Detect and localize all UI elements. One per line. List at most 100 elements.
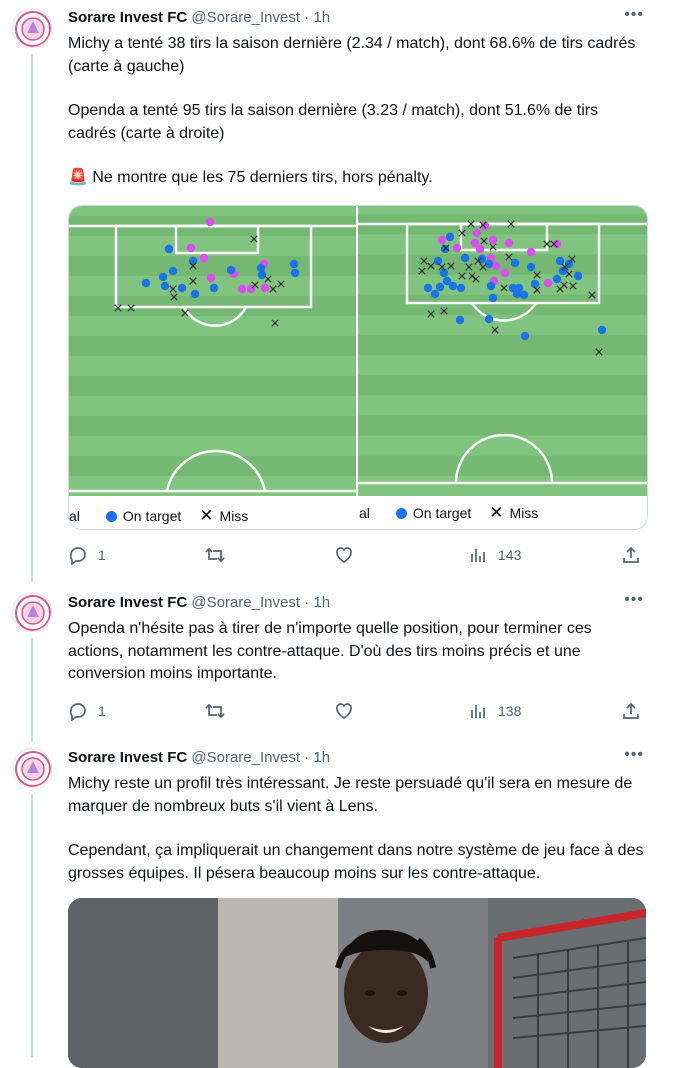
goal-dot bbox=[472, 228, 482, 238]
goal-dot bbox=[237, 284, 247, 294]
tweet-text: Michy reste un profil très intéressant. … bbox=[68, 773, 648, 885]
on-target-dot bbox=[423, 283, 433, 293]
tweet-text: Openda n'hésite pas à tirer de n'importe… bbox=[68, 618, 648, 686]
club-logo-icon bbox=[15, 11, 51, 47]
on-target-dot bbox=[141, 278, 151, 288]
tweet-2[interactable]: Sorare Invest FC @Sorare_Invest · 1h •••… bbox=[0, 584, 674, 744]
on-target-dot bbox=[597, 325, 607, 335]
more-options-icon[interactable]: ••• bbox=[624, 591, 644, 609]
timestamp[interactable]: 1h bbox=[313, 749, 330, 766]
on-target-dot bbox=[460, 253, 470, 263]
reply-count: 1 bbox=[98, 547, 106, 563]
on-target-dot bbox=[486, 281, 496, 291]
on-target-dot bbox=[168, 266, 178, 276]
on-target-dot bbox=[177, 283, 187, 293]
like-button[interactable] bbox=[334, 700, 364, 722]
share-button[interactable] bbox=[621, 544, 641, 566]
timestamp[interactable]: 1h bbox=[313, 594, 330, 611]
on-target-dot bbox=[257, 270, 267, 280]
paragraph: 🚨 Ne montre que les 75 derniers tirs, ho… bbox=[68, 169, 433, 186]
goal-dot bbox=[504, 238, 514, 248]
share-icon bbox=[623, 546, 639, 563]
on-target-dot bbox=[552, 274, 562, 284]
share-icon bbox=[623, 702, 639, 719]
views-chart-icon bbox=[471, 549, 485, 562]
timestamp[interactable]: 1h bbox=[313, 9, 330, 26]
legend-on-target: On target bbox=[122, 508, 182, 524]
goal-dot bbox=[206, 273, 216, 283]
paragraph: Michy reste un profil très intéressant. … bbox=[68, 775, 633, 815]
left-pitch bbox=[69, 206, 356, 496]
legend-miss: Miss bbox=[219, 508, 249, 524]
on-target-dot bbox=[488, 293, 498, 303]
avatar[interactable] bbox=[12, 592, 52, 632]
goal-dot bbox=[452, 243, 462, 253]
on-target-dot bbox=[290, 268, 300, 278]
club-logo-icon bbox=[15, 595, 51, 631]
author-name[interactable]: Sorare Invest FC bbox=[68, 749, 187, 766]
retweet-button[interactable] bbox=[204, 700, 236, 722]
on-target-dot bbox=[456, 283, 466, 293]
author-handle[interactable]: @Sorare_Invest bbox=[191, 9, 300, 26]
on-target-dot bbox=[484, 314, 494, 324]
on-target-dot bbox=[430, 289, 440, 299]
tweet-1[interactable]: Sorare Invest FC @Sorare_Invest · 1h •••… bbox=[0, 0, 674, 582]
on-target-dot bbox=[555, 256, 565, 266]
shot-maps-image[interactable]: al On target ✕ Miss al On target ✕ Miss bbox=[68, 205, 648, 530]
on-target-dot bbox=[530, 279, 540, 289]
on-target-dot bbox=[226, 265, 236, 275]
tweet-text: Michy a tenté 38 tirs la saison dernière… bbox=[68, 33, 648, 190]
on-target-dot bbox=[445, 232, 455, 242]
on-target-dot bbox=[455, 315, 465, 325]
like-button[interactable] bbox=[334, 544, 364, 566]
reply-icon bbox=[69, 547, 86, 565]
share-button[interactable] bbox=[621, 700, 641, 722]
author-handle[interactable]: @Sorare_Invest bbox=[191, 749, 300, 766]
on-target-dot bbox=[289, 259, 299, 269]
miss-x-icon: ✕ bbox=[199, 506, 214, 525]
video-thumbnail[interactable] bbox=[68, 898, 646, 1068]
on-target-dot-icon bbox=[395, 507, 407, 519]
reply-count: 1 bbox=[98, 703, 106, 719]
more-options-icon[interactable]: ••• bbox=[624, 746, 644, 764]
author-name[interactable]: Sorare Invest FC bbox=[68, 9, 187, 26]
views-count: 138 bbox=[498, 703, 522, 719]
goal-dot bbox=[199, 253, 209, 263]
views-button[interactable]: 138 bbox=[468, 700, 521, 722]
miss-x-icon: ✕ bbox=[489, 503, 504, 522]
separator: · bbox=[304, 749, 310, 766]
reply-button[interactable]: 1 bbox=[68, 544, 106, 566]
on-target-dot bbox=[526, 262, 536, 272]
legend-on-target: On target bbox=[412, 505, 472, 521]
views-chart-icon bbox=[471, 705, 485, 718]
goal-dot bbox=[260, 283, 270, 293]
goal-dot bbox=[475, 244, 485, 254]
shot-maps-svg bbox=[69, 206, 647, 496]
goal-dot bbox=[205, 217, 215, 227]
tweet-header: Sorare Invest FC @Sorare_Invest · 1h bbox=[68, 8, 330, 28]
tweet-actions: 1 138 bbox=[68, 700, 648, 724]
goal-dot bbox=[543, 278, 553, 288]
thread-line bbox=[31, 638, 33, 742]
goal-dot bbox=[437, 235, 447, 245]
club-logo-icon bbox=[15, 751, 51, 787]
paragraph: Openda a tenté 95 tirs la saison dernièr… bbox=[68, 102, 599, 142]
views-button[interactable]: 143 bbox=[468, 544, 521, 566]
author-handle[interactable]: @Sorare_Invest bbox=[191, 594, 300, 611]
right-pitch bbox=[358, 206, 647, 496]
avatar[interactable] bbox=[12, 8, 52, 48]
paragraph: Michy a tenté 38 tirs la saison dernière… bbox=[68, 35, 636, 75]
author-name[interactable]: Sorare Invest FC bbox=[68, 594, 187, 611]
heart-icon bbox=[336, 547, 352, 564]
paragraph: Openda n'hésite pas à tirer de n'importe… bbox=[68, 620, 592, 682]
legend-partial-label: al bbox=[359, 505, 370, 521]
on-target-dot bbox=[209, 283, 219, 293]
on-target-dot bbox=[158, 272, 168, 282]
reply-button[interactable]: 1 bbox=[68, 700, 106, 722]
retweet-button[interactable] bbox=[204, 544, 236, 566]
on-target-dot-icon bbox=[105, 510, 117, 522]
more-options-icon[interactable]: ••• bbox=[624, 6, 644, 24]
legend-partial-label: al bbox=[69, 508, 80, 524]
avatar[interactable] bbox=[12, 748, 52, 788]
on-target-dot bbox=[564, 259, 574, 269]
